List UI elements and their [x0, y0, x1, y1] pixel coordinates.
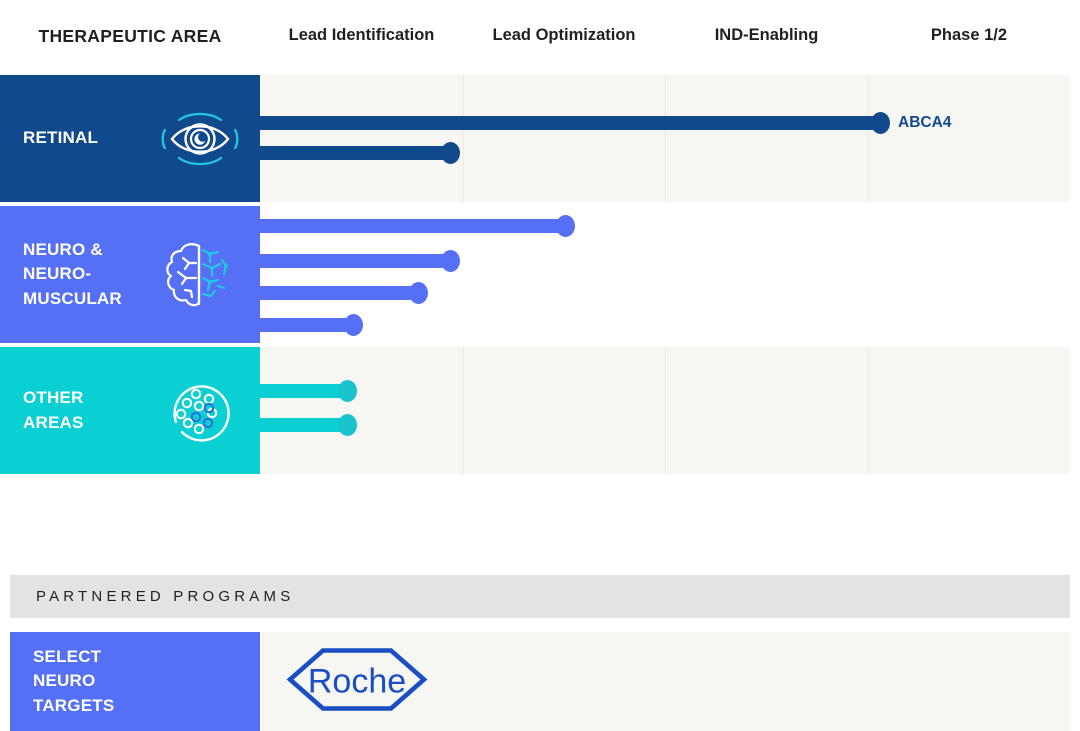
- header-stage-lead-optimization: Lead Optimization: [463, 0, 665, 72]
- therapeutic-area-label: RETINAL: [23, 128, 99, 148]
- roche-logo: Roche: [283, 642, 431, 721]
- partnered-programs-header: PARTNERED PROGRAMS: [10, 575, 1070, 618]
- brain-icon: [152, 234, 248, 316]
- pipeline-chart: THERAPEUTIC AREA Lead Identification Lea…: [0, 0, 1080, 731]
- program-bar-endpoint: [338, 380, 357, 402]
- program-bar-endpoint: [441, 142, 460, 164]
- program-bar-fill: [260, 116, 880, 130]
- chart-header: THERAPEUTIC AREA Lead Identification Lea…: [0, 0, 1080, 72]
- program-bar-endpoint: [871, 112, 890, 134]
- program-bar-endpoint: [338, 414, 357, 436]
- header-stage-label: Lead Optimization: [492, 26, 636, 45]
- cell-icon: [152, 370, 248, 452]
- header-stage-ind-enabling: IND-Enabling: [665, 0, 868, 72]
- therapeutic-area-block-other[interactable]: OTHER AREAS: [0, 347, 260, 474]
- program-bar-fill: [260, 318, 353, 332]
- program-bar-fill: [260, 384, 347, 398]
- program-bar-fill: [260, 219, 565, 233]
- program-bar-fill: [260, 146, 450, 160]
- header-stage-label: Phase 1/2: [930, 26, 1008, 45]
- header-stage-label: IND-Enabling: [714, 26, 819, 45]
- program-bar-fill: [260, 254, 450, 268]
- therapeutic-area-label: OTHER AREAS: [23, 388, 84, 432]
- program-label-abca4: ABCA4: [898, 114, 952, 131]
- therapeutic-area-row-neuro: NEURO & NEURO- MUSCULAR: [0, 206, 1080, 343]
- eye-icon: [152, 98, 248, 180]
- program-bar-endpoint: [556, 215, 575, 237]
- svg-text:Roche: Roche: [308, 662, 406, 700]
- partnered-programs-label: PARTNERED PROGRAMS: [36, 588, 295, 605]
- program-bar-fill: [260, 418, 347, 432]
- header-therapeutic-area: THERAPEUTIC AREA: [0, 0, 260, 72]
- therapeutic-area-block-neuro[interactable]: NEURO & NEURO- MUSCULAR: [0, 206, 260, 343]
- program-bars-neuro: [260, 206, 1080, 343]
- header-stage-phase-1-2: Phase 1/2: [868, 0, 1070, 72]
- therapeutic-area-row-retinal: RETINAL ABCA4: [0, 75, 1080, 202]
- partner-area-block-select-neuro-targets[interactable]: SELECT NEURO TARGETS: [10, 632, 260, 731]
- therapeutic-area-label: NEURO & NEURO- MUSCULAR: [23, 240, 122, 308]
- program-bar-endpoint: [344, 314, 363, 336]
- partnered-program-row-select-neuro-targets: SELECT NEURO TARGETS Roche: [0, 632, 1080, 731]
- partner-area-label: SELECT NEURO TARGETS: [33, 647, 115, 715]
- therapeutic-area-block-retinal[interactable]: RETINAL: [0, 75, 260, 202]
- therapeutic-area-row-other: OTHER AREAS: [0, 347, 1080, 474]
- program-bars-retinal: ABCA4: [260, 75, 1080, 202]
- header-stage-label: Lead Identification: [288, 26, 435, 45]
- program-bars-other: [260, 347, 1080, 474]
- program-bar-fill: [260, 286, 418, 300]
- header-stage-lead-identification: Lead Identification: [260, 0, 463, 72]
- program-bar-endpoint: [409, 282, 428, 304]
- program-bar-endpoint: [441, 250, 460, 272]
- header-therapeutic-area-label: THERAPEUTIC AREA: [38, 25, 222, 46]
